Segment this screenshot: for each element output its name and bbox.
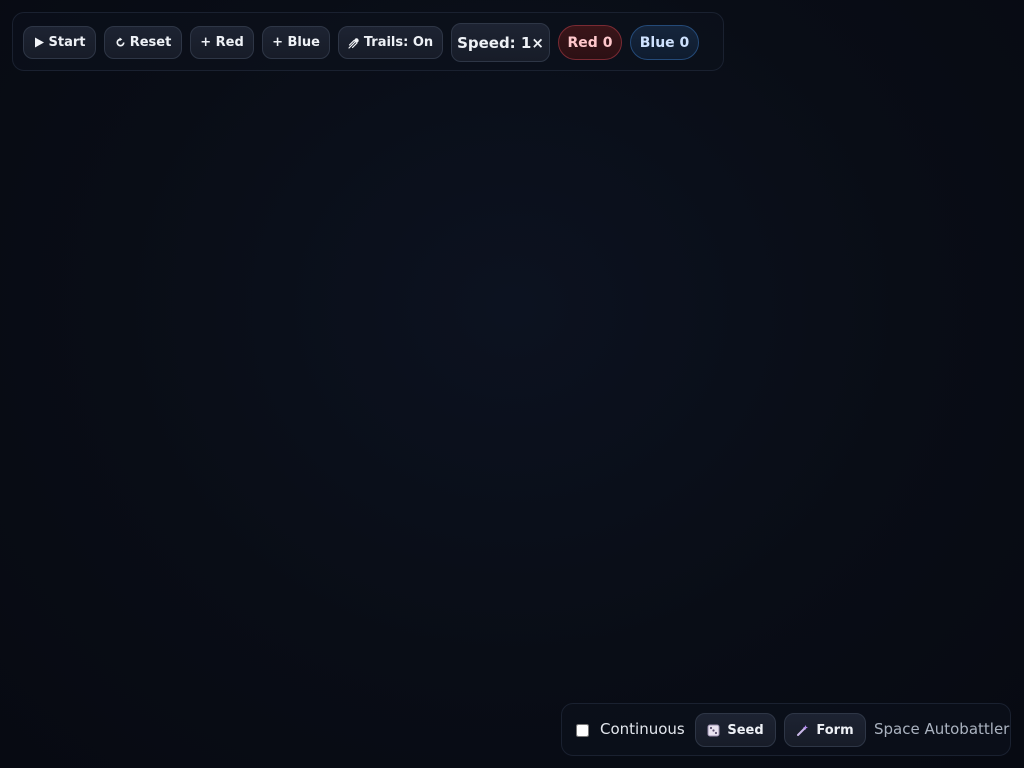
continuous-checkbox[interactable] (576, 724, 589, 737)
trails-toggle-button[interactable]: Trails: On (338, 26, 443, 59)
battle-arena[interactable] (0, 0, 1024, 768)
add-red-label: + Red (200, 35, 244, 50)
add-blue-button[interactable]: + Blue (262, 26, 330, 59)
speed-button[interactable]: Speed: 1× (451, 23, 550, 62)
reset-button[interactable]: Reset (104, 26, 182, 59)
red-score-label: Red 0 (567, 34, 613, 51)
start-label: Start (48, 35, 86, 50)
app-title: Space Autobattler (874, 720, 1010, 738)
reset-label: Reset (129, 35, 172, 50)
blue-score-label: Blue 0 (639, 34, 690, 51)
continuous-label[interactable]: Continuous (600, 720, 685, 738)
comet-icon (348, 37, 360, 49)
seed-label: Seed (727, 722, 764, 738)
add-blue-label: + Blue (272, 35, 320, 50)
seed-button[interactable]: Seed (695, 713, 776, 747)
form-label: Form (816, 722, 854, 738)
play-icon (34, 37, 45, 48)
continuous-checkbox-wrap (576, 722, 590, 737)
dice-icon (707, 724, 720, 737)
trails-label: Trails: On (363, 35, 434, 50)
speed-label: Speed: 1× (457, 33, 544, 52)
form-button[interactable]: Form (784, 713, 866, 747)
start-button[interactable]: Start (23, 26, 96, 59)
blue-score-badge: Blue 0 (630, 25, 699, 60)
reset-icon (115, 37, 126, 48)
red-score-badge: Red 0 (558, 25, 622, 60)
add-red-button[interactable]: + Red (190, 26, 254, 59)
wand-icon (796, 724, 809, 737)
